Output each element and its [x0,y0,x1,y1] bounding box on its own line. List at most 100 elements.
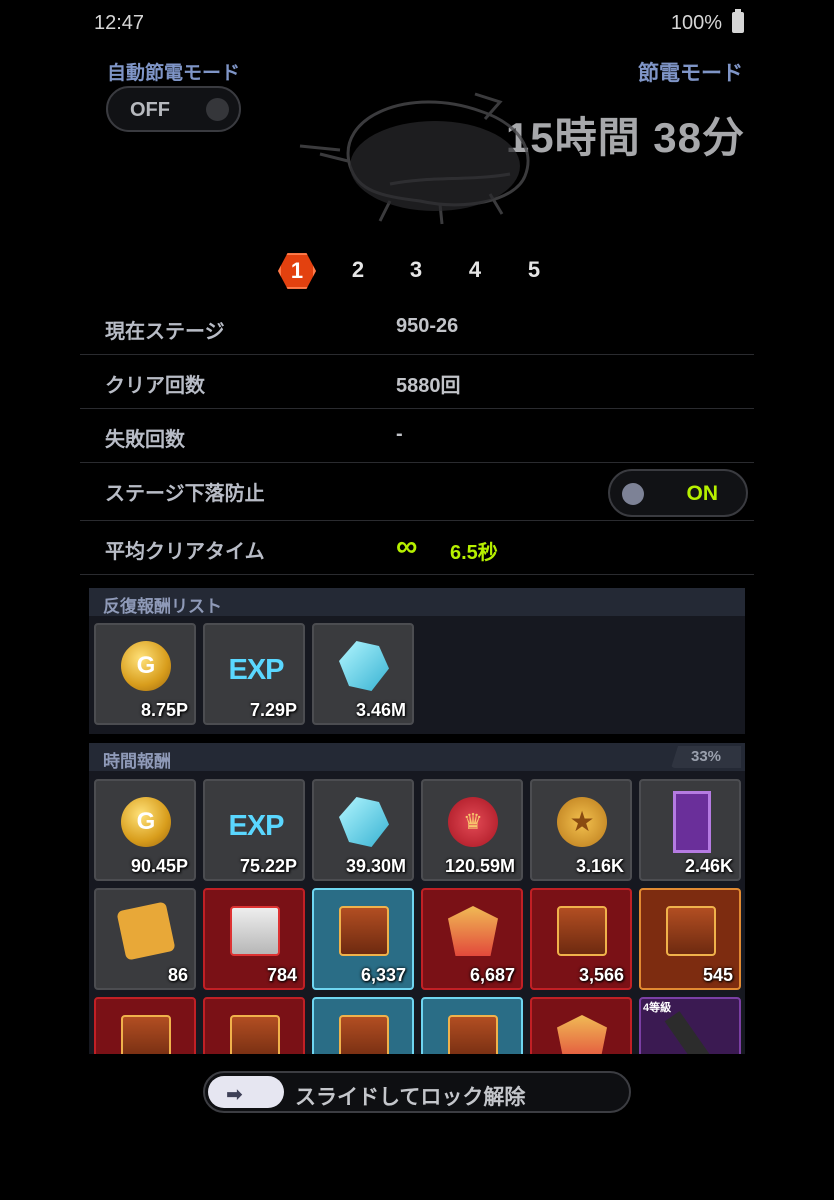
reward-tile[interactable]: 6,687 [421,888,523,990]
boar-mascot-icon [299,92,530,225]
reward-amount: 120.59M [444,856,515,876]
reward-amount: 3.16K [575,856,624,876]
current-stage-row: 現在ステージ 950-26 [80,301,754,355]
gold-medal-icon: ★ [557,797,607,847]
reward-amount: 3,566 [578,965,624,985]
reward-tile[interactable]: G 90.45P [94,779,196,881]
reward-amount: 39.30M [345,856,406,876]
time-rewards-percent-badge: 33% [671,746,741,768]
auto-power-save-toggle[interactable]: OFF [106,86,241,132]
time-rewards-header: 時間報酬 33% [89,743,745,771]
fail-count-value: - [396,423,403,445]
stage-drop-prevention-toggle[interactable]: ON [608,469,748,517]
slide-to-unlock[interactable]: ➡ スライドしてロック解除 [203,1071,631,1113]
power-save-mode-label: 節電モード [638,62,743,85]
time-rewards-title: 時間報酬 [103,752,171,771]
auto-power-save-label: 自動節電モード [107,63,241,84]
fail-count-label: 失敗回数 [105,429,185,451]
reward-tile[interactable]: EXP 75.22P [203,779,305,881]
chest-icon [121,1015,171,1054]
chest-icon [448,1015,498,1054]
stage-info-table: 現在ステージ 950-26 クリア回数 5880回 失敗回数 - ステージ下落防… [80,301,754,575]
reward-tile[interactable] [203,997,305,1054]
reward-tile[interactable]: ♛ 120.59M [421,779,523,881]
clear-count-label: クリア回数 [105,375,205,397]
page-3-tab[interactable]: 3 [398,252,434,288]
reward-tile[interactable]: 4等級 [639,997,741,1054]
exp-icon: EXP [228,654,284,686]
emblem-icon [448,906,498,956]
reward-amount: 2.46K [684,856,733,876]
crystal-icon [339,797,389,847]
red-seal-icon: ♛ [448,797,498,847]
mystery-chest-icon [339,906,389,956]
reward-tile[interactable]: 6,337 [312,888,414,990]
infinity-icon: ∞ [396,530,418,563]
toggle-knob [206,98,229,121]
reward-amount: 75.22P [239,856,297,876]
exp-icon: EXP [228,810,284,842]
status-bar: 12:47 100% [0,0,834,46]
toggle-on-text: ON [686,482,719,505]
crystal-icon [339,641,389,691]
locked-chest-icon [666,906,716,956]
toggle-off-text: OFF [130,99,170,121]
reward-tile[interactable]: 2.46K [639,779,741,881]
fail-count-row: 失敗回数 - [80,409,754,463]
gold-coin-icon: G [121,641,171,691]
average-clear-time-label: 平均クリアタイム [105,541,265,563]
reward-tile[interactable]: 39.30M [312,779,414,881]
battery-percent: 100% [670,12,722,34]
reward-tile[interactable] [421,997,523,1054]
reward-tile[interactable] [94,997,196,1054]
page-1-tab[interactable]: 1 [278,253,316,289]
emblem-icon [557,1015,607,1054]
reward-tile[interactable]: 86 [94,888,196,990]
unlock-label: スライドしてロック解除 [295,1086,526,1109]
gold-coin-icon: G [121,797,171,847]
reward-amount: 86 [167,965,188,985]
unlock-slider-handle[interactable]: ➡ [208,1076,284,1108]
reward-amount: 6,687 [469,965,515,985]
grade-tag: 4等級 [643,1002,672,1014]
reward-amount: 6,337 [360,965,406,985]
page-5-tab[interactable]: 5 [516,252,552,288]
reward-amount: 545 [702,965,733,985]
current-stage-label: 現在ステージ [105,321,225,343]
stage-drop-prevention-row: ステージ下落防止 ON [80,463,754,521]
reward-tile[interactable]: G 8.75P [94,623,196,725]
reward-amount: 3.46M [355,700,406,720]
stage-drop-prevention-label: ステージ下落防止 [105,483,265,505]
arrow-right-icon: ➡ [226,1084,243,1106]
chest-icon [230,1015,280,1054]
repeat-rewards-title: 反復報酬リスト [89,588,745,616]
chest-icon [339,1015,389,1054]
time-rewards-panel: 時間報酬 33% G 90.45P EXP 75.22P 39.30M ♛ 12… [89,743,745,1054]
reward-amount: 90.45P [130,856,188,876]
reward-tile[interactable]: 545 [639,888,741,990]
reward-tile[interactable]: 3,566 [530,888,632,990]
page-4-tab[interactable]: 4 [457,252,493,288]
average-clear-time-value: 6.5秒 [450,542,498,564]
book-chest-icon [230,906,280,956]
reward-tile[interactable]: EXP 7.29P [203,623,305,725]
status-time: 12:47 [94,12,145,34]
clear-count-row: クリア回数 5880回 [80,355,754,409]
reward-tile[interactable]: 784 [203,888,305,990]
reward-amount: 8.75P [140,700,188,720]
reward-tile[interactable] [312,997,414,1054]
sword-icon [664,1011,726,1054]
current-stage-value: 950-26 [396,315,459,337]
reward-tile[interactable] [530,997,632,1054]
toggle-knob [622,483,644,505]
treasure-chest-icon [557,906,607,956]
repeat-rewards-panel: 反復報酬リスト G 8.75P EXP 7.29P 3.46M [89,588,745,734]
purple-card-icon [673,791,711,853]
clear-count-value: 5880回 [396,375,461,397]
battery-icon [732,9,744,33]
reward-tile[interactable]: ★ 3.16K [530,779,632,881]
reward-amount: 7.29P [249,700,297,720]
page-2-tab[interactable]: 2 [340,252,376,288]
dice-icon [116,901,176,961]
reward-tile[interactable]: 3.46M [312,623,414,725]
